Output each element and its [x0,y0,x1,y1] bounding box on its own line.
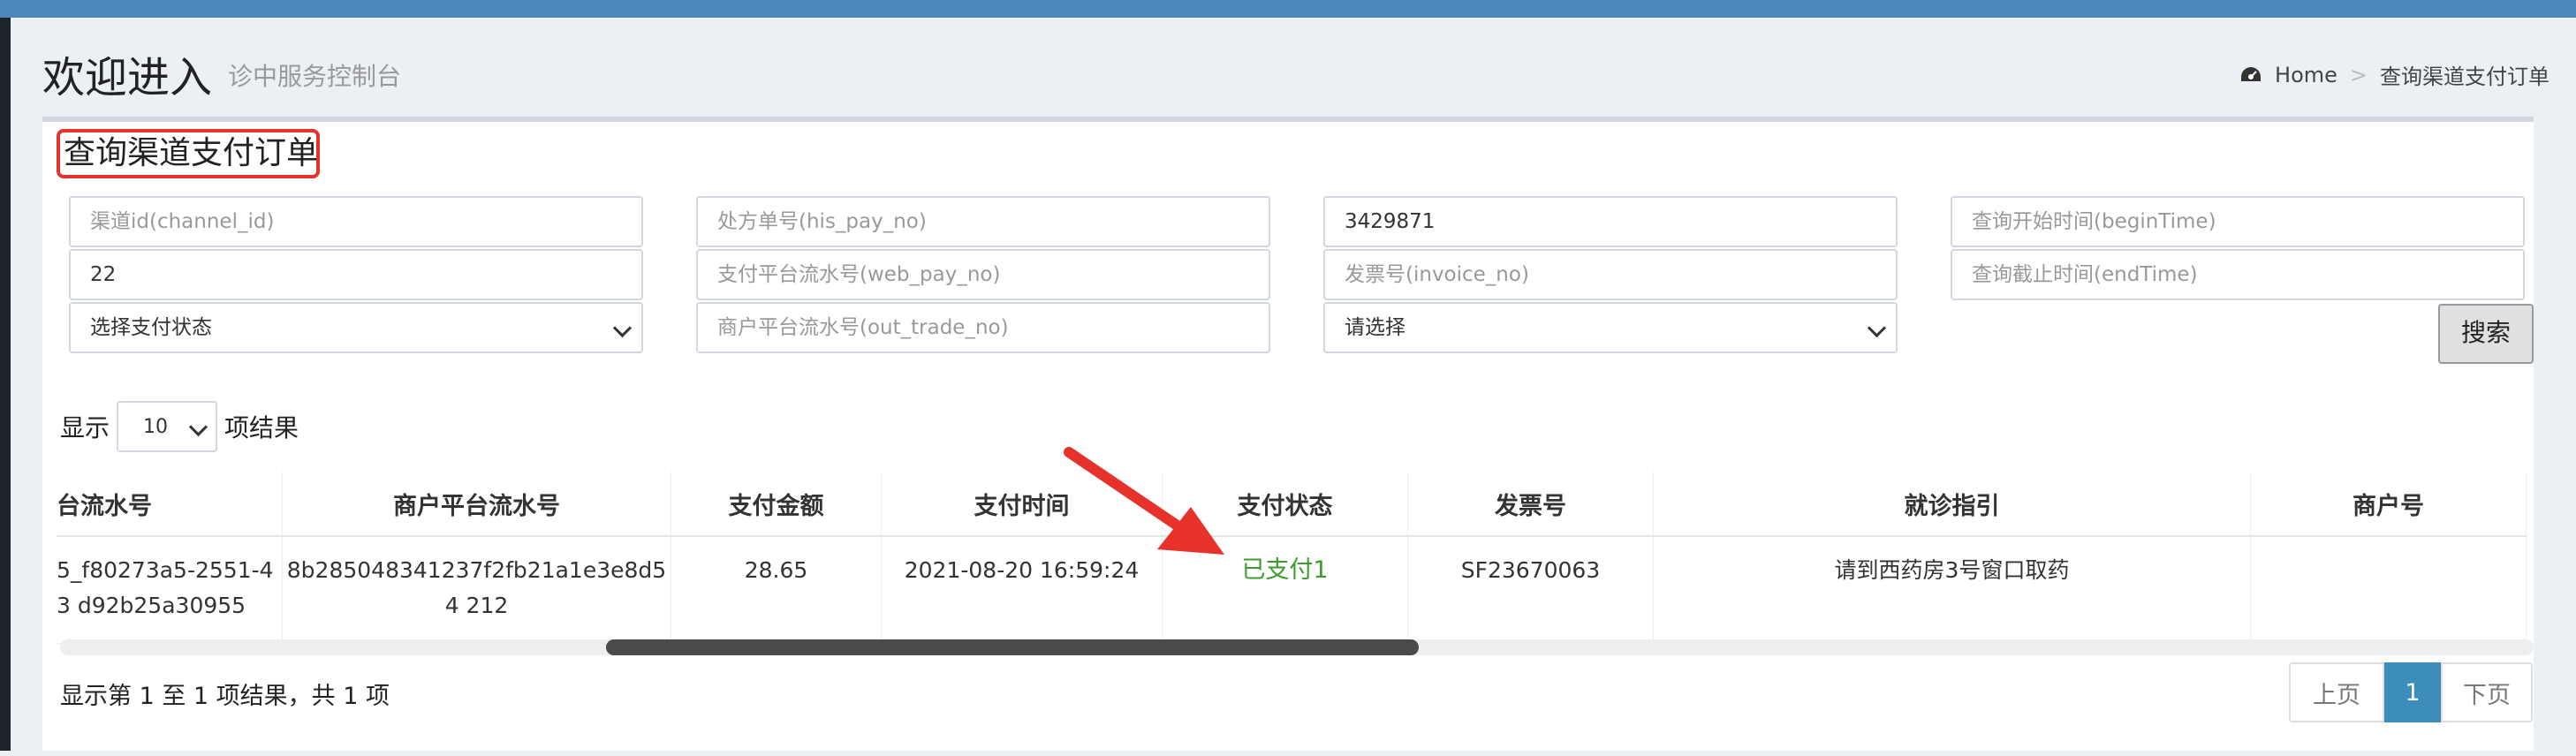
cell-guide: 请到西药房3号窗口取药 [1654,537,2251,643]
option-select-value: 请选择 [1345,316,1405,339]
length-suffix: 项结果 [224,413,299,442]
his-pay-no-input[interactable]: 处方单号(his_pay_no) [696,196,1270,247]
annotation-arrow-icon [1064,447,1224,555]
web-pay-no-input[interactable]: 支付平台流水号(web_pay_no) [696,249,1270,300]
page-title: 欢迎进入 [42,53,213,102]
begin-time-input[interactable]: 查询开始时间(beginTime) [1951,196,2525,247]
patient-no-input[interactable]: 3429871 [1323,196,1898,247]
length-prefix: 显示 [60,413,110,442]
orders-table: 台流水号 商户平台流水号 支付金额 支付时间 支付状态 发票号 就诊指引 商户号… [57,472,2527,756]
prev-page-button[interactable]: 上页 [2289,662,2384,722]
page-length-value: 10 [143,416,169,438]
out-trade-no-input[interactable]: 商户平台流水号(out_trade_no) [696,302,1270,353]
pay-status-select-value: 选择支付状态 [90,316,212,339]
next-page-button[interactable]: 下页 [2441,662,2533,722]
channel-id-input[interactable]: 渠道id(channel_id) [69,196,643,247]
dashboard-icon [2241,66,2262,81]
cell-merchant-no [2251,537,2527,643]
query-box: 查询渠道支付订单 渠道id(channel_id) 处方单号(his_pay_n… [42,117,2534,751]
page-length-control: 显示 10 项结果 [60,401,299,452]
scrollbar-thumb[interactable] [606,639,1419,655]
column-header[interactable]: 就诊指引 [1654,472,2251,535]
column-header[interactable]: 台流水号 [57,472,283,535]
table-header: 台流水号 商户平台流水号 支付金额 支付时间 支付状态 发票号 就诊指引 商户号 [57,472,2527,537]
pay-status-select[interactable]: 选择支付状态 [69,302,643,353]
option-select[interactable]: 请选择 [1323,302,1898,353]
breadcrumb: Home > 查询渠道支付订单 [2239,59,2549,90]
column-header[interactable]: 支付金额 [671,472,882,535]
page-length-select[interactable]: 10 [117,401,218,452]
sidebar-edge [0,18,11,751]
invoice-no-input[interactable]: 发票号(invoice_no) [1323,249,1898,300]
cell-amount: 28.65 [671,537,882,643]
column-header[interactable]: 商户平台流水号 [283,472,671,535]
pagination: 上页 1 下页 [2289,662,2533,722]
box-title: 查询渠道支付订单 [57,129,320,178]
horizontal-scrollbar[interactable] [60,639,2534,655]
breadcrumb-home-link[interactable]: Home [2275,63,2337,87]
column-header[interactable]: 发票号 [1408,472,1654,535]
table-info: 显示第 1 至 1 项结果，共 1 项 [60,683,390,710]
page-subtitle: 诊中服务控制台 [228,62,402,91]
search-button[interactable]: 搜索 [2438,304,2534,364]
top-navbar [0,0,2576,18]
chevron-down-icon [612,318,633,338]
chevron-down-icon [188,417,208,437]
breadcrumb-current: 查询渠道支付订单 [2380,64,2549,89]
breadcrumb-separator: > [2349,62,2368,87]
page-1-button[interactable]: 1 [2384,662,2441,722]
cell-invoice-no: SF23670063 [1408,537,1654,643]
column-header[interactable]: 商户号 [2251,472,2527,535]
end-time-input[interactable]: 查询截止时间(endTime) [1951,249,2525,300]
cell-out-trade-no: 8b285048341237f2fb21a1e3e8d54 212 [283,537,671,643]
table-row: 5_f80273a5-2551-43 d92b25a30955 8b285048… [57,537,2527,644]
channel-value-input[interactable]: 22 [69,249,643,300]
chevron-down-icon [1867,318,1887,338]
cell-web-pay-no: 5_f80273a5-2551-43 d92b25a30955 [57,537,283,643]
